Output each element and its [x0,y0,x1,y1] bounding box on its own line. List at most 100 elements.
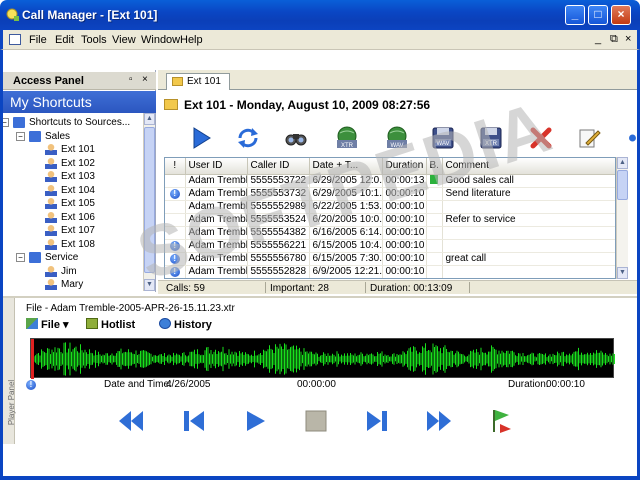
menu-tools[interactable]: Tools [81,34,107,46]
status-separator [469,282,470,293]
history-button[interactable]: History [159,318,212,331]
table-scroll-up[interactable]: ▲ [617,157,628,169]
table-row[interactable]: ! Adam Tremble55555567806/15/2005 7:30...… [165,252,615,266]
folder-icon [29,252,41,263]
column-caller-id[interactable]: Caller ID [247,158,310,175]
scroll-up-arrow[interactable]: ▲ [144,113,155,125]
pin-icon[interactable]: ▫ [129,74,133,85]
menu-edit[interactable]: Edit [55,34,74,46]
next-button[interactable] [363,407,391,435]
rewind-button[interactable] [117,407,145,435]
date-time-cell: 6/29/2005 12:0... [309,174,383,188]
duration-cell: 00:00:13 [382,174,427,188]
info-icon: ! [26,379,36,390]
title-bar: Call Manager - [Ext 101] _ □ × [0,0,640,30]
tree-item-label: Ext 103 [61,171,95,182]
fast-forward-button[interactable] [425,407,453,435]
bookmark-cell [426,252,443,266]
duration-value: 00:00:10 [546,379,585,390]
globe-wav-icon: WAV [387,126,407,149]
date-time-cell: 6/29/2005 10:1... [309,187,383,201]
mdi-restore-button[interactable]: ⧉ [610,33,618,46]
skip-back-icon [184,411,204,431]
player-play-button[interactable] [241,407,269,435]
user-id-cell: Adam Tremble [185,252,248,266]
caller-id-cell: 5555556780 [247,252,310,266]
comment-cell [442,265,615,278]
waveform-display[interactable] [30,338,615,379]
scroll-thumb[interactable] [144,127,155,273]
table-row[interactable]: Adam Tremble55555529896/22/2005 1:53...0… [165,200,615,214]
bookmark-button[interactable] [487,407,515,435]
player-panel-label: Player Panel [7,379,17,426]
column-comment[interactable]: Comment [442,158,615,175]
menu-view[interactable]: View [112,34,136,46]
tree-item-label: Ext 102 [61,157,95,169]
edit-button[interactable] [575,124,603,152]
tree-scrollbar[interactable]: ▲ ▼ [143,113,155,291]
tree-expander-icon[interactable]: − [16,253,25,262]
table-row[interactable]: ! Adam Tremble55555562216/15/2005 10:4...… [165,239,615,253]
save-xtr-button[interactable]: XTR [477,124,505,152]
column-date-time[interactable]: Date + T... [309,158,383,175]
table-row[interactable]: Adam Tremble55555543826/16/2005 6:14...0… [165,226,615,240]
minimize-button[interactable]: _ [565,5,585,25]
search-button[interactable] [282,124,310,152]
tab-ext-101[interactable]: Ext 101 [166,73,230,90]
previous-button[interactable] [180,407,208,435]
panel-close-icon[interactable]: × [142,74,148,85]
important-icon: ! [169,267,180,277]
player-panel-tab[interactable]: Player Panel [3,298,17,444]
tree-expander-icon[interactable]: − [16,131,25,141]
stop-button[interactable] [302,407,330,435]
playhead-marker[interactable] [31,339,34,379]
column-duration[interactable]: Duration [382,158,427,175]
table-row[interactable]: ! Adam Tremble55555528286/9/2005 12:21...… [165,265,615,278]
comment-cell: great call [442,252,615,266]
table-scroll-down[interactable]: ▼ [617,267,628,279]
history-icon [159,318,171,329]
document-icon[interactable] [9,34,21,45]
export-xtr-button[interactable]: XTR [333,124,361,152]
file-menu-button[interactable]: File ▾ [26,318,69,331]
table-row[interactable]: ! Adam Tremble55555537326/29/2005 10:1...… [165,187,615,201]
table-row[interactable]: Adam Tremble55555535246/20/2005 10:0...0… [165,213,615,227]
maximize-button[interactable]: □ [588,5,608,25]
save-wav-icon: WAV [432,127,454,149]
play-icon [247,411,265,431]
menu-help[interactable]: Help [180,34,203,46]
hotlist-button[interactable]: Hotlist [86,318,135,331]
refresh-button[interactable] [234,124,262,152]
user-icon [45,211,57,223]
close-button[interactable]: × [611,5,631,25]
important-cell [165,213,186,227]
user-icon [45,265,57,277]
folder-open-icon [164,99,178,110]
table-scroll-thumb[interactable] [617,170,628,200]
tree-item-label: Ext 101 [61,144,95,155]
menu-window[interactable]: Window [141,34,180,46]
scroll-down-arrow[interactable]: ▼ [144,279,155,291]
save-wav-button[interactable]: WAV [429,124,457,152]
delete-icon [530,127,552,149]
table-scrollbar[interactable]: ▲ ▼ [616,157,628,279]
column-bookmark[interactable]: B. [426,158,443,175]
duration-cell: 00:00:10 [382,213,427,227]
delete-button[interactable] [527,124,555,152]
more-tools-button[interactable] [620,124,637,152]
bookmark-cell [426,200,443,214]
mdi-close-button[interactable]: × [625,33,631,45]
export-wav-button[interactable]: WAV [383,124,411,152]
status-separator [265,282,266,293]
column-user-id[interactable]: User ID [185,158,248,175]
folder-icon [172,77,183,86]
history-label: History [174,319,212,331]
mdi-minimize-button[interactable]: _ [595,33,601,45]
menu-file[interactable]: File [29,34,47,46]
column-important[interactable]: ! [165,158,186,175]
tree-expander-icon[interactable]: − [3,118,9,127]
comment-cell: Refer to service [442,213,615,227]
play-button[interactable] [187,124,215,152]
window-title: Call Manager - [Ext 101] [22,8,158,22]
table-row[interactable]: Adam Tremble55555537226/29/2005 12:0...0… [165,174,615,188]
